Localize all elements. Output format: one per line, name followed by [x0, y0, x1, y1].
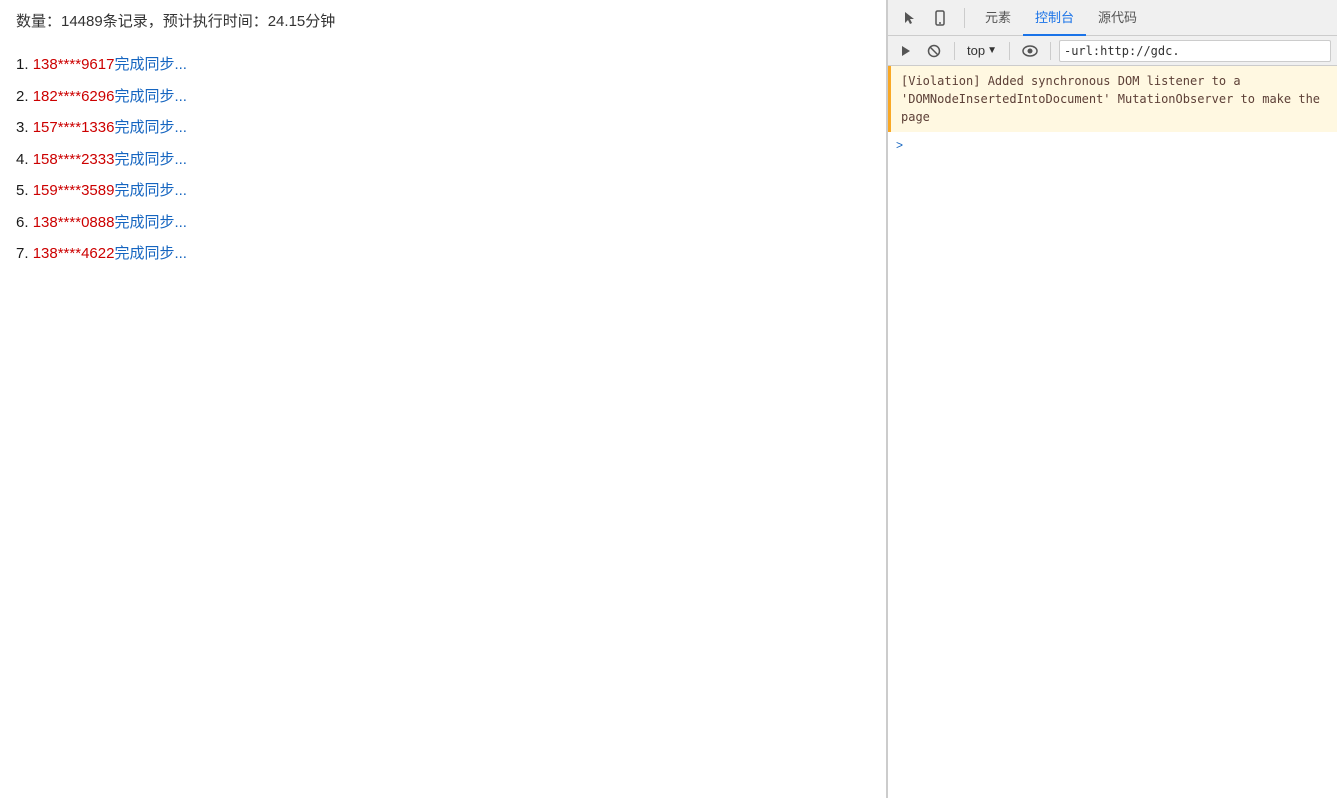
item-number: 5.: [16, 182, 33, 199]
item-status: 完成同步...: [114, 151, 187, 168]
left-panel: 数量：14489条记录，预计执行时间：24.15分钟 1. 138****961…: [0, 0, 887, 798]
devtools-panel: 元素 控制台 源代码 top ▼: [887, 0, 1337, 798]
devtools-tabs-bar: 元素 控制台 源代码: [888, 0, 1337, 36]
status-line: 数量：14489条记录，预计执行时间：24.15分钟: [16, 10, 870, 31]
device-icon[interactable]: [926, 4, 954, 32]
item-number: 4.: [16, 151, 33, 168]
list-item: 2. 182****6296完成同步...: [16, 81, 870, 113]
tab-separator: [964, 8, 965, 28]
status-text: 数量：14489条记录，预计执行时间：24.15分钟: [16, 13, 335, 30]
tab-elements[interactable]: 元素: [973, 0, 1023, 36]
devtools-toolbar: top ▼: [888, 36, 1337, 66]
item-number: 2.: [16, 88, 33, 105]
item-number: 3.: [16, 119, 33, 136]
item-account: 157****1336: [33, 119, 115, 136]
violation-message: [Violation] Added synchronous DOM listen…: [888, 66, 1337, 132]
item-status: 完成同步...: [114, 214, 187, 231]
item-account: 138****9617: [33, 56, 115, 73]
eye-icon[interactable]: [1018, 39, 1042, 63]
item-account: 182****6296: [33, 88, 115, 105]
toolbar-separator-3: [1050, 42, 1051, 60]
console-prompt[interactable]: >: [888, 132, 1337, 158]
item-account: 138****0888: [33, 214, 115, 231]
chevron-down-icon: ▼: [987, 45, 997, 56]
list-item: 3. 157****1336完成同步...: [16, 112, 870, 144]
list-item: 1. 138****9617完成同步...: [16, 49, 870, 81]
run-button[interactable]: [894, 39, 918, 63]
item-number: 7.: [16, 245, 33, 262]
item-number: 6.: [16, 214, 33, 231]
toolbar-separator-1: [954, 42, 955, 60]
prompt-chevron: >: [896, 138, 903, 152]
item-account: 158****2333: [33, 151, 115, 168]
item-status: 完成同步...: [114, 182, 187, 199]
toolbar-separator-2: [1009, 42, 1010, 60]
devtools-console: [Violation] Added synchronous DOM listen…: [888, 66, 1337, 798]
item-number: 1.: [16, 56, 33, 73]
list-item: 5. 159****3589完成同步...: [16, 175, 870, 207]
tab-console[interactable]: 控制台: [1023, 0, 1086, 36]
tab-sources[interactable]: 源代码: [1086, 0, 1149, 36]
block-button[interactable]: [922, 39, 946, 63]
list-item: 7. 138****4622完成同步...: [16, 238, 870, 270]
cursor-icon[interactable]: [896, 4, 924, 32]
item-status: 完成同步...: [114, 56, 187, 73]
list-item: 4. 158****2333完成同步...: [16, 144, 870, 176]
item-status: 完成同步...: [114, 88, 187, 105]
item-account: 138****4622: [33, 245, 115, 262]
context-dropdown[interactable]: top ▼: [963, 41, 1001, 60]
item-status: 完成同步...: [114, 245, 187, 262]
sync-list: 1. 138****9617完成同步...2. 182****6296完成同步.…: [16, 49, 870, 270]
list-item: 6. 138****0888完成同步...: [16, 207, 870, 239]
item-status: 完成同步...: [114, 119, 187, 136]
item-account: 159****3589: [33, 182, 115, 199]
filter-input[interactable]: [1059, 40, 1331, 62]
